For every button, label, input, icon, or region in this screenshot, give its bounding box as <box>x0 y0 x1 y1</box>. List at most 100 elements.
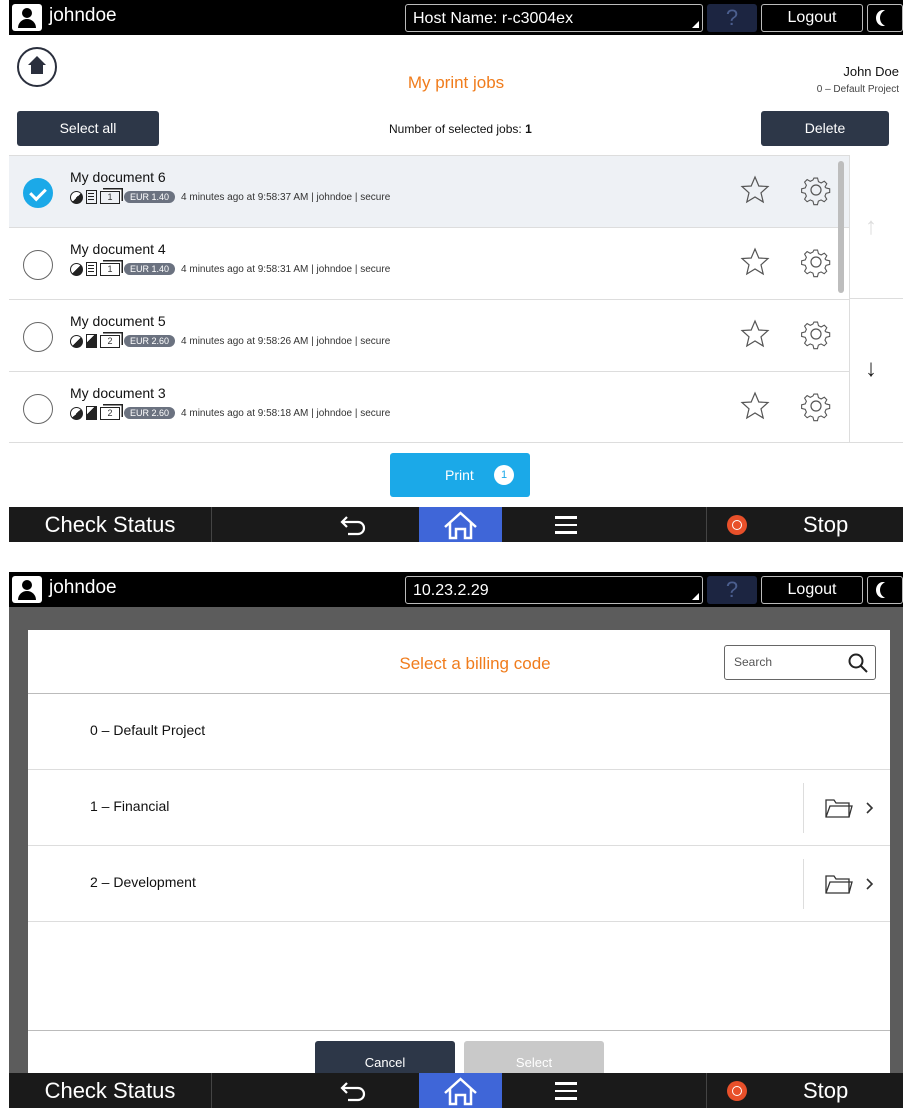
check-status-button[interactable]: Check Status <box>9 1073 212 1108</box>
back-icon[interactable] <box>339 511 369 539</box>
resize-corner-icon <box>692 593 699 600</box>
scroll-up-icon[interactable]: ↑ <box>865 213 877 241</box>
help-button[interactable]: ? <box>707 4 757 32</box>
star-icon[interactable] <box>739 246 771 278</box>
username: johndoe <box>49 577 117 598</box>
open-subcodes-button[interactable] <box>803 859 890 909</box>
stop-icon[interactable] <box>727 515 747 535</box>
job-user: johndoe <box>316 407 353 419</box>
scrollbar-thumb[interactable] <box>838 161 844 293</box>
job-meta: 2 EUR 2.60 4 minutes ago at 9:58:18 AM |… <box>70 405 390 421</box>
billing-code-list: 0 – Default Project 1 – Financial 2 – De… <box>28 694 890 922</box>
job-checkbox[interactable] <box>23 322 53 352</box>
job-user: johndoe <box>316 263 353 275</box>
host-name-text: Host Name: r-c3004ex <box>413 10 574 27</box>
billing-code-screen: johndoe 10.23.2.29 ? Logout Select a bil… <box>9 572 903 1108</box>
menu-icon[interactable] <box>555 516 577 534</box>
stop-icon[interactable] <box>727 1081 747 1101</box>
host-name-field[interactable]: 10.23.2.29 <box>405 576 703 604</box>
check-status-button[interactable]: Check Status <box>9 507 212 542</box>
print-label: Print <box>445 467 474 483</box>
star-icon[interactable] <box>739 390 771 422</box>
job-title: My document 6 <box>70 169 166 185</box>
print-button[interactable]: Print 1 <box>390 453 530 497</box>
gear-icon[interactable] <box>800 174 832 206</box>
job-checkbox[interactable] <box>23 178 53 208</box>
home-icon <box>444 1077 477 1106</box>
help-button[interactable]: ? <box>707 576 757 604</box>
menu-icon[interactable] <box>555 1082 577 1100</box>
moon-icon <box>880 10 894 26</box>
gear-icon[interactable] <box>800 246 832 278</box>
search-placeholder: Search <box>734 655 773 669</box>
job-meta: 2 EUR 2.60 4 minutes ago at 9:58:26 AM |… <box>70 333 390 349</box>
stop-button[interactable]: Stop <box>803 507 848 542</box>
logout-button[interactable]: Logout <box>761 4 863 32</box>
color-mode-icon <box>70 406 83 420</box>
account-project: 0 – Default Project <box>816 84 899 95</box>
scroll-controls: ↑ ↓ <box>849 155 903 442</box>
job-time: 4 minutes ago at 9:58:37 AM <box>181 191 309 203</box>
print-jobs-screen: johndoe Host Name: r-c3004ex ? Logout My… <box>9 0 903 542</box>
billing-code-item[interactable]: 2 – Development <box>28 846 890 922</box>
home-nav-button[interactable] <box>419 507 502 542</box>
search-input[interactable]: Search <box>724 645 876 680</box>
host-name-text: 10.23.2.29 <box>413 582 489 599</box>
page-bw-icon <box>86 262 97 276</box>
billing-code-dialog: Select a billing code Search 0 – Default… <box>28 630 890 1085</box>
page-title: My print jobs <box>407 73 505 92</box>
billing-code-label: 2 – Development <box>90 874 196 890</box>
billing-code-label: 1 – Financial <box>90 798 170 814</box>
scroll-down-icon[interactable]: ↓ <box>865 355 877 383</box>
home-nav-button[interactable] <box>419 1073 502 1108</box>
job-time: 4 minutes ago at 9:58:18 AM <box>181 407 309 419</box>
job-mode: secure <box>360 407 391 419</box>
selected-count: Number of selected jobs: 1 <box>389 122 532 136</box>
folder-icon <box>825 799 874 818</box>
copies-icon: 1 <box>100 262 120 276</box>
folder-icon <box>825 875 874 894</box>
logout-button[interactable]: Logout <box>761 576 863 604</box>
copies-icon: 2 <box>100 334 120 348</box>
job-meta: 1 EUR 1.40 4 minutes ago at 9:58:31 AM |… <box>70 261 390 277</box>
delete-button[interactable]: Delete <box>761 111 889 146</box>
job-row[interactable]: My document 6 1 EUR 1.40 4 minutes ago a… <box>9 156 849 228</box>
resize-corner-icon <box>692 21 699 28</box>
bottom-bar: Check Status Stop <box>9 507 903 542</box>
price-badge: EUR 2.60 <box>124 407 176 419</box>
top-bar: johndoe 10.23.2.29 ? Logout <box>9 572 903 607</box>
job-checkbox[interactable] <box>23 394 53 424</box>
user-icon <box>12 576 42 603</box>
gear-icon[interactable] <box>800 390 832 422</box>
billing-code-label: 0 – Default Project <box>90 722 206 738</box>
job-row[interactable]: My document 5 2 EUR 2.60 4 minutes ago a… <box>9 300 849 372</box>
night-mode-button[interactable] <box>867 576 903 604</box>
job-title: My document 4 <box>70 241 166 257</box>
star-icon[interactable] <box>739 174 771 206</box>
selected-count-value: 1 <box>525 122 532 136</box>
select-all-button[interactable]: Select all <box>17 111 159 146</box>
selected-count-label: Number of selected jobs: <box>389 122 522 136</box>
stop-button[interactable]: Stop <box>803 1073 848 1108</box>
user-icon <box>12 4 42 31</box>
night-mode-button[interactable] <box>867 4 903 32</box>
job-meta: 1 EUR 1.40 4 minutes ago at 9:58:37 AM |… <box>70 189 390 205</box>
gear-icon[interactable] <box>800 318 832 350</box>
billing-code-item[interactable]: 0 – Default Project <box>28 694 890 770</box>
host-name-field[interactable]: Host Name: r-c3004ex <box>405 4 703 32</box>
job-row[interactable]: My document 3 2 EUR 2.60 4 minutes ago a… <box>9 372 849 444</box>
top-bar: johndoe Host Name: r-c3004ex ? Logout <box>9 0 903 35</box>
star-icon[interactable] <box>739 318 771 350</box>
open-subcodes-button[interactable] <box>803 783 890 833</box>
price-badge: EUR 1.40 <box>124 263 176 275</box>
back-icon[interactable] <box>339 1077 369 1105</box>
job-checkbox[interactable] <box>23 250 53 280</box>
job-list: My document 6 1 EUR 1.40 4 minutes ago a… <box>9 155 849 444</box>
job-title: My document 3 <box>70 385 166 401</box>
job-time: 4 minutes ago at 9:58:31 AM <box>181 263 309 275</box>
job-user: johndoe <box>316 335 353 347</box>
print-count-badge: 1 <box>494 465 514 485</box>
job-row[interactable]: My document 4 1 EUR 1.40 4 minutes ago a… <box>9 228 849 300</box>
billing-code-item[interactable]: 1 – Financial <box>28 770 890 846</box>
job-time: 4 minutes ago at 9:58:26 AM <box>181 335 309 347</box>
